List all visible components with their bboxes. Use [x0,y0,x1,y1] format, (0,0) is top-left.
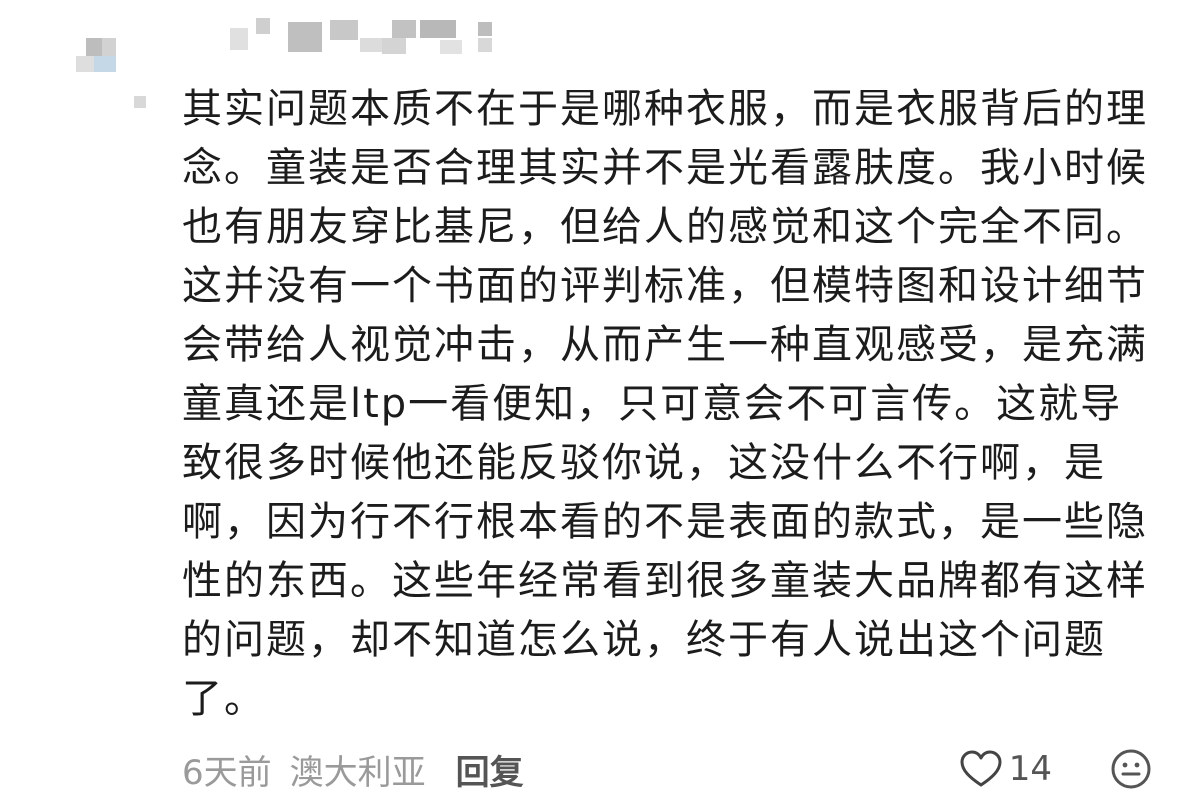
username-pixel [392,20,416,38]
avatar-pixel [94,56,116,72]
avatar-pixel [86,38,102,56]
avatar-pixel [102,38,116,56]
username-pixel [382,38,406,54]
username-pixel [478,38,492,52]
username-pixel [230,28,248,50]
username-pixel [420,20,456,38]
avatar-pixel [76,56,94,72]
username-pixel [360,38,384,52]
comment-time: 6天前 [182,752,272,793]
username-pixel [440,40,462,54]
avatar-pixel [134,96,146,108]
like-count: 14 [1008,749,1052,789]
username-pixel [288,22,322,52]
like-button[interactable]: 14 [959,749,1052,789]
comment-text[interactable]: 其实问题本质不在于是哪种衣服，而是衣服背后的理念。童装是否合理其实并不是光看露肤… [182,80,1154,729]
username-pixel [330,20,358,40]
emoji-face-icon [1111,749,1151,789]
emoji-button[interactable] [1110,748,1152,790]
comment-location: 澳大利亚 [289,752,426,793]
username-pixel [256,18,270,34]
reply-button[interactable]: 回复 [456,745,524,794]
comment-footer: 6天前 澳大利亚 回复 14 [182,743,1152,795]
heart-outline-icon [960,750,1002,787]
username-pixel [478,22,492,36]
avatar[interactable] [68,12,156,108]
